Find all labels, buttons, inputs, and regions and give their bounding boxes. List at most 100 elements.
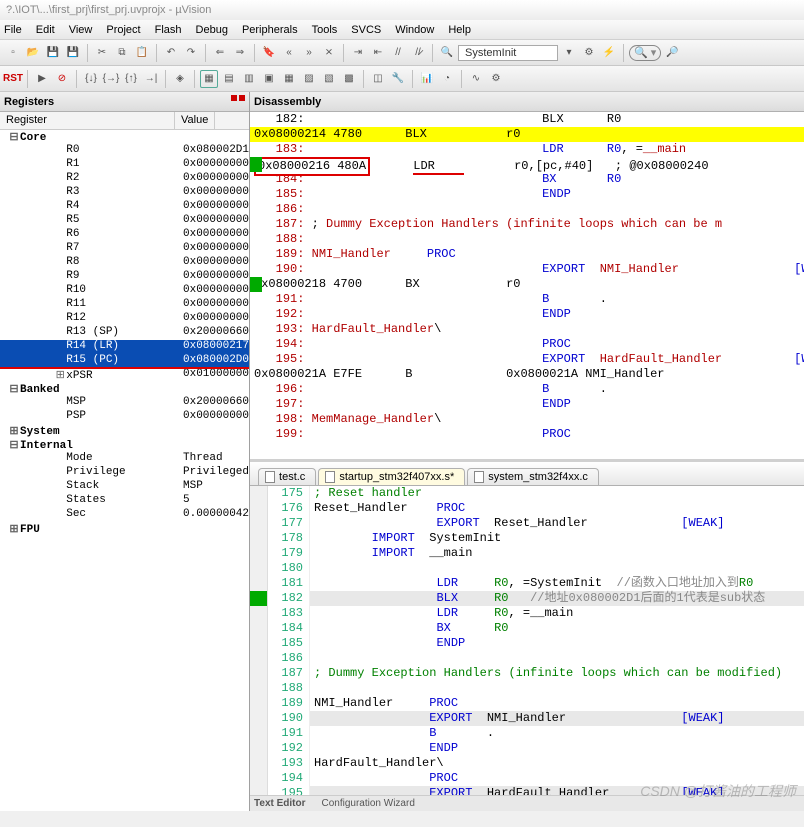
disassembly-body[interactable]: 182: BLX R00x08000214 4780 BLX r0 183: L… [250,112,804,459]
register-States[interactable]: States5 [0,494,249,508]
disasm-line-7[interactable]: 187: ; Dummy Exception Handlers (infinit… [250,217,804,232]
redo-icon[interactable]: ↷ [182,44,200,62]
register-R4[interactable]: R40x00000000 [0,200,249,214]
bookmark-clear-icon[interactable]: ⨯ [320,44,338,62]
menu-view[interactable]: View [69,24,93,36]
col-register[interactable]: Register [0,112,175,129]
disasm-line-18[interactable]: 196: B . [250,382,804,397]
register-R0[interactable]: R00x080002D1 [0,144,249,158]
watch-window-icon[interactable]: ▣ [260,70,278,88]
disasm-window-icon[interactable]: ▦ [200,70,218,88]
source-tab-1[interactable]: startup_stm32f407xx.s* [318,468,465,485]
disasm-line-16[interactable]: 195: EXPORT HardFault_Handler [WEAK] [250,352,804,367]
register-Internal[interactable]: ⊟Internal [0,438,249,452]
save-icon[interactable]: 💾 [44,44,62,62]
register-R12[interactable]: R120x00000000 [0,312,249,326]
bookmark-prev-icon[interactable]: « [280,44,298,62]
menu-tools[interactable]: Tools [312,24,338,36]
src-line-185[interactable]: ENDP [310,636,804,651]
src-line-186[interactable] [310,651,804,666]
trace-window-icon[interactable]: ▩ [340,70,358,88]
register-R6[interactable]: R60x00000000 [0,228,249,242]
registers-tree[interactable]: ⊟Core R00x080002D1 R10x00000000 R20x0000… [0,130,249,811]
register-R1[interactable]: R10x00000000 [0,158,249,172]
src-line-179[interactable]: IMPORT __main [310,546,804,561]
find-box[interactable]: 🔍▾ [629,45,661,61]
src-line-181[interactable]: LDR R0, =SystemInit //函数入口地址加入到R0 [310,576,804,591]
source-body[interactable]: 1751761771781791801811821831841851861871… [250,486,804,795]
disasm-line-15[interactable]: 194: PROC [250,337,804,352]
callstack-window-icon[interactable]: ▥ [240,70,258,88]
menu-svcs[interactable]: SVCS [351,24,381,36]
src-line-180[interactable] [310,561,804,576]
src-line-184[interactable]: BX R0 [310,621,804,636]
menu-window[interactable]: Window [395,24,434,36]
src-line-194[interactable]: PROC [310,771,804,786]
source-tab-0[interactable]: test.c [258,468,316,485]
new-icon[interactable]: ▫ [4,44,22,62]
register-R11[interactable]: R110x00000000 [0,298,249,312]
outdent-icon[interactable]: ⇤ [369,44,387,62]
system-viewer-icon[interactable]: ◫ [369,70,387,88]
source-lines[interactable]: ; Reset handlerReset_Handler PROC EXPORT… [310,486,804,795]
run-to-cursor-icon[interactable]: →| [142,70,160,88]
src-line-189[interactable]: NMI_Handler PROC [310,696,804,711]
disasm-line-3[interactable]: 0x08000216 480A LDR r0,[pc,#40] ; @0x080… [250,157,804,172]
disasm-line-12[interactable]: 191: B . [250,292,804,307]
perf-icon[interactable]: 📊 [418,70,436,88]
register-R5[interactable]: R50x00000000 [0,214,249,228]
register-R14LR[interactable]: R14 (LR)0x08000217 [0,340,249,354]
open-icon[interactable]: 📂 [24,44,42,62]
menu-help[interactable]: Help [448,24,471,36]
run-icon[interactable]: ▶ [33,70,51,88]
toolbox-icon[interactable]: 🔧 [389,70,407,88]
register-Sec[interactable]: Sec0.00000042 [0,508,249,522]
menu-project[interactable]: Project [106,24,140,36]
disasm-line-1[interactable]: 0x08000214 4780 BLX r0 [250,127,804,142]
disasm-line-17[interactable]: 0x0800021A E7FE B 0x0800021A NMI_Handler [250,367,804,382]
disasm-line-0[interactable]: 182: BLX R0 [250,112,804,127]
tab-text-editor[interactable]: Text Editor [254,798,305,809]
register-R2[interactable]: R20x00000000 [0,172,249,186]
src-line-187[interactable]: ; Dummy Exception Handlers (infinite loo… [310,666,804,681]
src-line-177[interactable]: EXPORT Reset_Handler [WEAK] [310,516,804,531]
register-R7[interactable]: R70x00000000 [0,242,249,256]
menu-flash[interactable]: Flash [155,24,182,36]
cut-icon[interactable]: ✂ [93,44,111,62]
disasm-line-13[interactable]: 192: ENDP [250,307,804,322]
disasm-line-2[interactable]: 183: LDR R0, =__main [250,142,804,157]
indent-icon[interactable]: ⇥ [349,44,367,62]
register-Mode[interactable]: ModeThread [0,452,249,466]
target-combo[interactable]: SystemInit [458,45,558,61]
coverage-icon[interactable]: ◔ [438,70,456,88]
register-Banked[interactable]: ⊟Banked [0,382,249,396]
disasm-line-21[interactable]: 199: PROC [250,427,804,442]
src-line-183[interactable]: LDR R0, =__main [310,606,804,621]
paste-icon[interactable]: 📋 [133,44,151,62]
register-R9[interactable]: R90x00000000 [0,270,249,284]
analysis-window-icon[interactable]: ▧ [320,70,338,88]
disasm-line-8[interactable]: 188: [250,232,804,247]
uncomment-icon[interactable]: //̷ [409,44,427,62]
wand-icon[interactable]: ⚡ [600,44,618,62]
nav-fwd-icon[interactable]: ⇒ [231,44,249,62]
saveall-icon[interactable]: 💾 [64,44,82,62]
undo-icon[interactable]: ↶ [162,44,180,62]
src-line-176[interactable]: Reset_Handler PROC [310,501,804,516]
disasm-line-20[interactable]: 198: MemManage_Handler\ [250,412,804,427]
register-FPU[interactable]: ⊞FPU [0,522,249,536]
register-R8[interactable]: R80x00000000 [0,256,249,270]
src-line-175[interactable]: ; Reset handler [310,486,804,501]
reset-icon[interactable]: RST [4,70,22,88]
source-tab-2[interactable]: system_stm32f4xx.c [467,468,599,485]
register-R10[interactable]: R100x00000000 [0,284,249,298]
disasm-line-10[interactable]: 190: EXPORT NMI_Handler [WEAK] [250,262,804,277]
disasm-line-6[interactable]: 186: [250,202,804,217]
registers-window-icon[interactable]: ▤ [220,70,238,88]
src-line-195[interactable]: EXPORT HardFault_Handler [WEAK] [310,786,804,795]
src-line-191[interactable]: B . [310,726,804,741]
comment-icon[interactable]: // [389,44,407,62]
search-icon[interactable]: 🔎 [663,44,681,62]
src-line-182[interactable]: BLX R0 //地址0x080002D1后面的1代表是sub状态 [310,591,804,606]
tab-config-wizard[interactable]: Configuration Wizard [322,798,415,809]
